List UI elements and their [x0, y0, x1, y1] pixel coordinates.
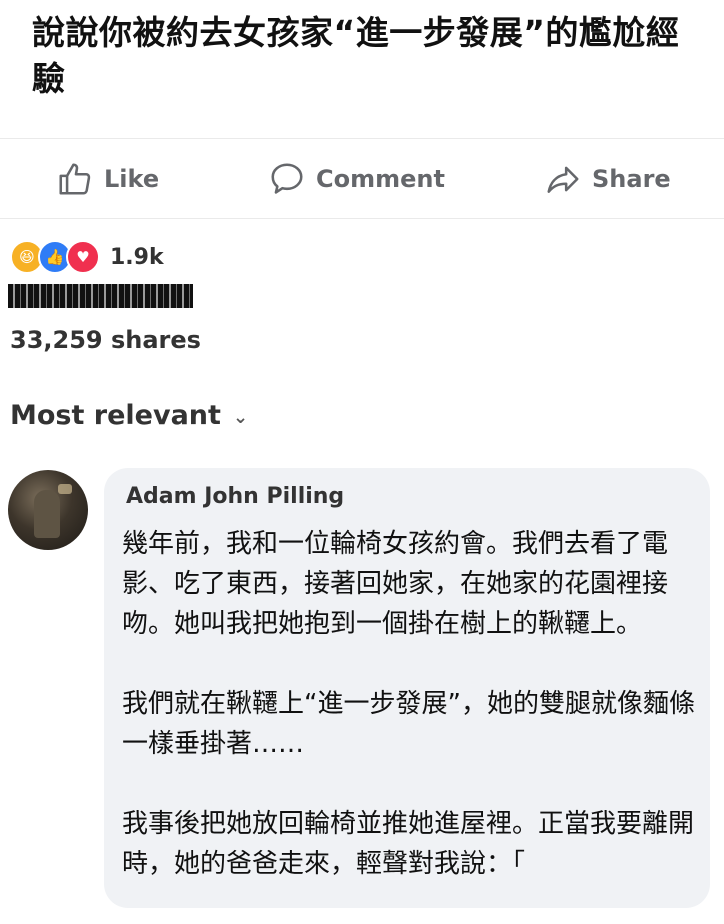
comment-label: Comment — [316, 165, 445, 193]
share-count[interactable]: 33,259 shares — [10, 326, 201, 354]
comment-paragraph: 幾年前，我和一位輪椅女孩約會。我們去看了電影、吃了東西，接著回她家，在她家的花園… — [122, 529, 669, 639]
like-button[interactable]: Like — [56, 160, 159, 198]
chevron-down-icon: ⌄ — [232, 407, 249, 428]
divider — [0, 218, 724, 219]
thumbs-up-icon — [59, 163, 91, 195]
redacted-comment-count — [8, 284, 193, 308]
sort-label: Most relevant — [10, 400, 221, 431]
share-button[interactable]: Share — [544, 160, 671, 198]
reaction-count: 1.9k — [110, 244, 164, 270]
comment-paragraph: 我們就在鞦韆上“進一步發展”，她的雙腿就像麵條一樣垂掛著…… — [122, 689, 695, 759]
share-arrow-icon — [547, 166, 579, 193]
comment-bubble: Adam John Pilling 幾年前，我和一位輪椅女孩約會。我們去看了電影… — [104, 468, 710, 908]
comment-button[interactable]: Comment — [268, 160, 445, 198]
divider — [0, 138, 724, 139]
sort-dropdown[interactable]: Most relevant ⌄ — [10, 400, 248, 431]
reaction-summary[interactable]: 😆 👍 ♥ 1.9k — [10, 240, 164, 274]
comment-text: 幾年前，我和一位輪椅女孩約會。我們去看了電影、吃了東西，接著回她家，在她家的花園… — [122, 524, 702, 924]
love-icon: ♥ — [66, 240, 100, 274]
post-headline: 說說你被約去女孩家“進一步發展”的尷尬經驗 — [32, 13, 680, 98]
share-label: Share — [592, 165, 671, 193]
comment-paragraph: 我事後把她放回輪椅並推她進屋裡。正當我要離開時，她的爸爸走來，輕聲對我說：「 — [122, 809, 695, 879]
comment-author[interactable]: Adam John Pilling — [126, 484, 344, 509]
avatar[interactable] — [8, 470, 88, 550]
comment-bubble-icon — [271, 163, 303, 194]
like-label: Like — [104, 165, 160, 193]
